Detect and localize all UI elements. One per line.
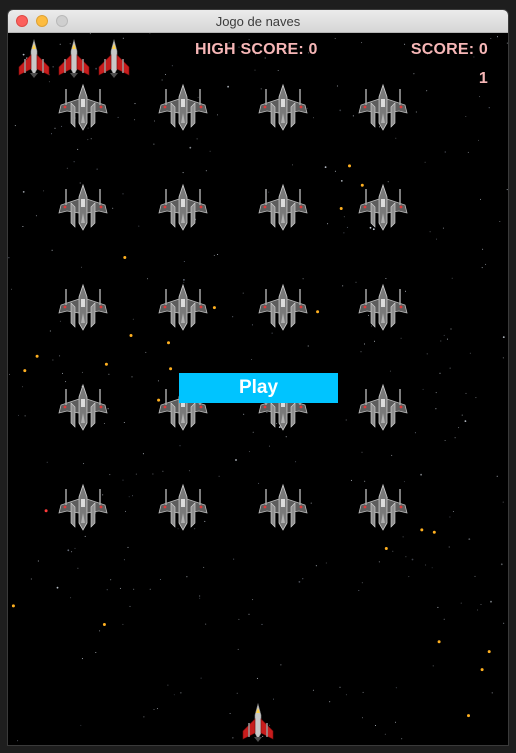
enemy-ship-icon xyxy=(357,83,409,131)
enemy-ship-icon xyxy=(57,483,109,531)
enemy-ship-icon xyxy=(257,483,309,531)
enemy-ship-icon xyxy=(257,83,309,131)
enemy-ship-icon xyxy=(257,183,309,231)
enemy-ship-icon xyxy=(357,483,409,531)
title-bar[interactable]: Jogo de naves xyxy=(8,10,508,33)
life-ship-icon xyxy=(16,39,52,79)
window-title: Jogo de naves xyxy=(215,14,301,29)
score-label: SCORE: 0 xyxy=(410,41,488,58)
player-spaceship-icon xyxy=(240,703,276,743)
enemy-ship-icon xyxy=(357,383,409,431)
enemy-ship-icon xyxy=(157,183,209,231)
enemy-ship-icon xyxy=(157,83,209,131)
level-indicator: 1 xyxy=(478,70,488,87)
enemy-ship-icon xyxy=(57,83,109,131)
enemy-ship-icon xyxy=(357,183,409,231)
enemy-ship-icon xyxy=(357,283,409,331)
enemy-ship-icon xyxy=(57,283,109,331)
enemy-ship-icon xyxy=(57,183,109,231)
game-window: Jogo de naves HIGH SCORE: 0 SCORE: 0 1 P… xyxy=(8,10,508,745)
enemy-ship-icon xyxy=(57,383,109,431)
lives-indicator xyxy=(16,39,132,79)
high-score-label: HIGH SCORE: 0 xyxy=(195,41,318,58)
life-ship-icon xyxy=(56,39,92,79)
game-canvas[interactable]: HIGH SCORE: 0 SCORE: 0 1 Play xyxy=(8,33,508,745)
enemy-ship-icon xyxy=(157,283,209,331)
enemy-ship-icon xyxy=(257,283,309,331)
enemy-ship-icon xyxy=(157,483,209,531)
play-button[interactable]: Play xyxy=(179,373,338,403)
life-ship-icon xyxy=(96,39,132,79)
